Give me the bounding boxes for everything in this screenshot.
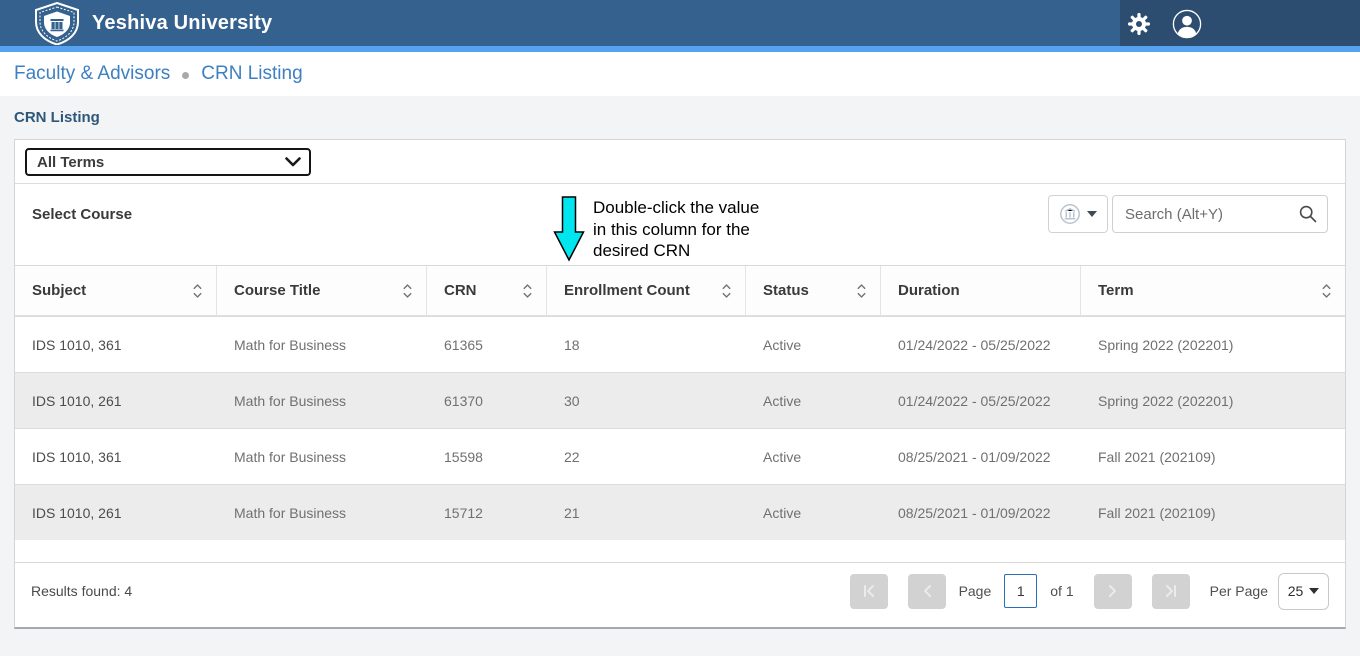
cell-status[interactable]: Active [746, 373, 881, 428]
sort-icon [856, 283, 867, 299]
annotation-text: Double-click the value in this column fo… [593, 197, 759, 262]
column-header-course-title[interactable]: Course Title [217, 266, 427, 315]
page-label: Page [959, 583, 992, 599]
cell-term[interactable]: Fall 2021 (202109) [1081, 429, 1345, 484]
column-chooser-icon [1059, 203, 1081, 225]
cell-subject[interactable]: IDS 1010, 361 [15, 429, 217, 484]
table-row[interactable]: IDS 1010, 261 Math for Business 61370 30… [15, 372, 1345, 428]
cell-term[interactable]: Fall 2021 (202109) [1081, 485, 1345, 540]
column-header-duration[interactable]: Duration [881, 266, 1081, 315]
cell-enrollment-count[interactable]: 30 [547, 373, 746, 428]
top-navigation-bar: Yeshiva University [0, 0, 1360, 46]
cell-duration[interactable]: 08/25/2021 - 01/09/2022 [881, 485, 1081, 540]
next-page-icon [1108, 584, 1118, 598]
brand-title: Yeshiva University [92, 0, 272, 46]
user-avatar-icon[interactable] [1172, 9, 1202, 39]
breadcrumb-faculty-advisors[interactable]: Faculty & Advisors [14, 63, 170, 85]
results-found-text: Results found: 4 [31, 583, 132, 599]
cell-status[interactable]: Active [746, 429, 881, 484]
first-page-icon [862, 584, 876, 598]
term-select-dropdown[interactable]: All Terms [25, 148, 311, 176]
annotation-line-3: desired CRN [593, 240, 759, 262]
annotation-line-1: Double-click the value [593, 197, 759, 219]
chevron-down-icon [1087, 211, 1097, 217]
table-row[interactable]: IDS 1010, 361 Math for Business 61365 18… [15, 316, 1345, 372]
column-header-crn[interactable]: CRN [427, 266, 547, 315]
column-chooser-button[interactable] [1048, 195, 1108, 233]
cell-course-title[interactable]: Math for Business [217, 317, 427, 372]
chevron-down-icon [1309, 588, 1319, 594]
search-icon[interactable] [1298, 204, 1318, 224]
cell-duration[interactable]: 08/25/2021 - 01/09/2022 [881, 429, 1081, 484]
cell-status[interactable]: Active [746, 485, 881, 540]
page-title: CRN Listing [14, 109, 100, 126]
per-page-dropdown[interactable]: 25 [1278, 573, 1329, 610]
cell-course-title[interactable]: Math for Business [217, 485, 427, 540]
cell-subject[interactable]: IDS 1010, 261 [15, 373, 217, 428]
sort-icon [192, 283, 203, 299]
annotation-arrow-icon [553, 196, 585, 267]
cell-term[interactable]: Spring 2022 (202201) [1081, 317, 1345, 372]
first-page-button[interactable] [850, 574, 888, 609]
breadcrumb-separator-dot [182, 72, 189, 79]
cell-subject[interactable]: IDS 1010, 261 [15, 485, 217, 540]
next-page-button[interactable] [1094, 574, 1132, 609]
pagination: Page of 1 Per Page 25 [830, 573, 1329, 610]
cell-crn[interactable]: 61370 [427, 373, 547, 428]
table-row[interactable]: IDS 1010, 361 Math for Business 15598 22… [15, 428, 1345, 484]
last-page-button[interactable] [1152, 574, 1190, 609]
cell-enrollment-count[interactable]: 18 [547, 317, 746, 372]
cell-crn[interactable]: 61365 [427, 317, 547, 372]
sort-icon [402, 283, 413, 299]
cell-subject[interactable]: IDS 1010, 361 [15, 317, 217, 372]
search-field-wrap [1112, 195, 1328, 233]
cell-enrollment-count[interactable]: 21 [547, 485, 746, 540]
breadcrumb-crn-listing[interactable]: CRN Listing [201, 63, 302, 85]
sort-icon [522, 283, 533, 299]
chevron-down-icon [285, 157, 301, 167]
table-row[interactable]: IDS 1010, 261 Math for Business 15712 21… [15, 484, 1345, 540]
crn-listing-panel: All Terms Select Course Double-click the… [14, 139, 1346, 629]
term-select-value: All Terms [37, 154, 104, 171]
yeshiva-university-shield-logo[interactable] [33, 2, 81, 45]
sort-icon [1321, 283, 1332, 299]
breadcrumb: Faculty & Advisors CRN Listing [0, 52, 1360, 96]
cell-duration[interactable]: 01/24/2022 - 05/25/2022 [881, 317, 1081, 372]
select-course-label: Select Course [32, 206, 132, 223]
column-header-term[interactable]: Term [1081, 266, 1345, 315]
annotation-line-2: in this column for the [593, 219, 759, 241]
cell-duration[interactable]: 01/24/2022 - 05/25/2022 [881, 373, 1081, 428]
column-header-subject[interactable]: Subject [15, 266, 217, 315]
cell-status[interactable]: Active [746, 317, 881, 372]
cell-term[interactable]: Spring 2022 (202201) [1081, 373, 1345, 428]
table-header-row: Subject Course Title CRN Enrollment Coun… [15, 266, 1345, 316]
search-input[interactable] [1112, 195, 1328, 233]
cell-enrollment-count[interactable]: 22 [547, 429, 746, 484]
table-footer: Results found: 4 Page of 1 [15, 563, 1345, 619]
column-header-status[interactable]: Status [746, 266, 881, 315]
empty-table-strip [15, 540, 1345, 563]
cell-crn[interactable]: 15598 [427, 429, 547, 484]
cell-course-title[interactable]: Math for Business [217, 373, 427, 428]
previous-page-icon [922, 584, 932, 598]
gear-icon[interactable] [1126, 12, 1152, 36]
previous-page-button[interactable] [908, 574, 946, 609]
per-page-value: 25 [1288, 583, 1304, 599]
column-header-enrollment-count[interactable]: Enrollment Count [547, 266, 746, 315]
page-number-input[interactable] [1004, 574, 1037, 608]
last-page-icon [1164, 584, 1178, 598]
cell-crn[interactable]: 15712 [427, 485, 547, 540]
per-page-label: Per Page [1210, 583, 1268, 599]
of-pages-label: of 1 [1050, 583, 1073, 599]
select-course-toolbar: Select Course Double-click the value in … [15, 184, 1345, 266]
terms-bar: All Terms [15, 140, 1345, 184]
sort-icon [721, 283, 732, 299]
cell-course-title[interactable]: Math for Business [217, 429, 427, 484]
topbar-tools-section [1120, 0, 1360, 46]
